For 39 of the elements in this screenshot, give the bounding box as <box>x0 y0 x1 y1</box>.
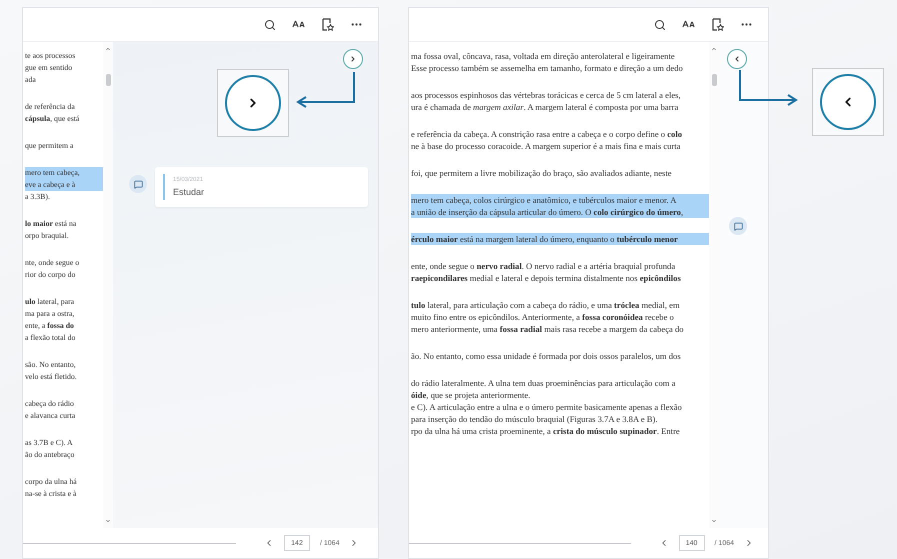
text-line: mero anteriormente, uma fossa radial mais rasa recebe a margem da cabeça do <box>411 323 685 335</box>
chevron-right-icon <box>349 55 357 63</box>
note-icon[interactable] <box>729 217 747 235</box>
text-line: rpo da ulna há uma crista proeminente, a crista do músculo supinador. Entre <box>411 425 681 437</box>
scroll-up-icon[interactable] <box>105 46 111 52</box>
scroll-thumb[interactable] <box>106 74 110 86</box>
text-line: foi, que permitem a livre mobilização do braço, são avaliados adiante, neste <box>411 167 673 179</box>
text-line: tulo lateral, para articulação com a cabeça do rádio, e uma tróclea medial, em <box>411 299 681 311</box>
scroll-down-icon[interactable] <box>105 518 111 524</box>
scroll-thumb[interactable] <box>712 74 716 86</box>
bookmark-star-icon[interactable] <box>710 17 725 32</box>
arrow-drawing <box>296 71 355 108</box>
text-line: ente, onde segue o nervo radial. O nervo radial e a artéria braquial profunda <box>411 260 676 272</box>
text-line: e referência da cabeça. A constrição rasa entre a cabeça e o corpo define o colo <box>411 128 684 140</box>
text-line: ão. No entanto, como essa unidade é formada por dois ossos paralelos, um dos <box>411 350 682 362</box>
arrow-drawing <box>739 69 798 106</box>
expand-button[interactable] <box>727 49 747 69</box>
text-line: para inserção do tendão do músculo braquial (Figuras 3.7A e 3.8A e B). <box>411 413 659 425</box>
scrollbar[interactable] <box>103 42 113 528</box>
collapse-button[interactable] <box>343 49 363 69</box>
text-line: óide, que se projeta anteriormente. <box>411 389 532 401</box>
text-line: Esse processo também se assemelha em tamanho, formato e direção a um dedo <box>411 62 684 74</box>
text-line: muito fino entre os epicôndilos. Anteriormente, a fossa coronóidea recebe o <box>411 311 675 323</box>
scroll-up-icon[interactable] <box>711 46 717 52</box>
text-line: do rádio lateralmente. A ulna tem duas proeminências para articulação com a <box>411 377 676 389</box>
search-icon[interactable] <box>262 17 277 32</box>
text-line: e C). A articulação entre a ulna e o úmero permite basicamente apenas a flexão <box>411 401 683 413</box>
chevron-left-icon <box>733 55 741 63</box>
scroll-down-icon[interactable] <box>711 518 717 524</box>
note-text: Estudar <box>173 187 204 197</box>
bookmark-star-icon[interactable] <box>320 17 335 32</box>
note-icon[interactable] <box>129 175 147 193</box>
text-line: ura é chamada de margem axilar. A margem lateral é composta por uma barra <box>411 101 680 113</box>
text-line: raepicondilares medial e lateral e depois termina distalmente nos epicôndilos <box>411 272 682 284</box>
scrollbar[interactable] <box>709 42 719 528</box>
text-line: aos processos espinhosos das vértebras torácicas e cerca de 5 cm lateral a eles, <box>411 89 682 101</box>
search-icon[interactable] <box>652 17 667 32</box>
text-line: ma fossa oval, côncava, rasa, voltada em direção anterolateral e ligeiramente <box>411 50 676 62</box>
text-line: ne à base do processo coracoide. A margem superior é a mais fina e mais curta <box>411 140 682 152</box>
